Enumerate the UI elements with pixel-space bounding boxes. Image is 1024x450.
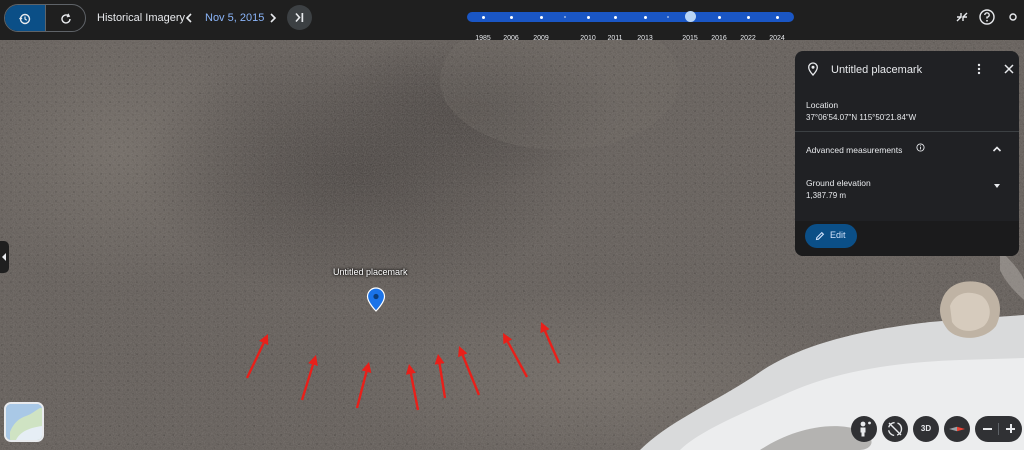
zoom-out-button[interactable] [983,428,992,430]
timeline-minor-dot [667,16,669,18]
expand-sidebar-button[interactable] [0,241,9,273]
zoom-control [975,416,1022,442]
advanced-measurements-label[interactable]: Advanced measurements [806,145,902,155]
timeline-year-label[interactable]: 2016 [711,35,727,42]
pencil-icon [815,231,825,241]
ground-elevation-label: Ground elevation [806,178,871,188]
info-icon[interactable] [916,143,925,152]
timeline-year-dot[interactable] [482,16,485,19]
rotate-view-button[interactable] [882,416,908,442]
toggle-3d-button[interactable]: 3D [913,416,939,442]
view-mode-toggle [4,4,86,32]
placemark-pin-icon[interactable] [366,287,386,313]
refresh-icon [61,13,71,24]
historical-imagery-mode-button[interactable] [5,5,46,31]
panel-title: Untitled placemark [831,64,923,76]
toggle-3d-label: 3D [920,424,932,433]
current-imagery-mode-button[interactable] [46,5,85,31]
timeline-year-dot[interactable] [510,16,513,19]
history-icon [19,13,31,25]
next-date-icon[interactable] [266,10,280,26]
location-coordinates: 37°06'54.07"N 115°50'21.84"W [806,113,917,122]
timeline-year-label[interactable]: 2010 [580,35,596,42]
collapse-icon[interactable] [953,8,971,26]
more-options-icon[interactable] [975,62,983,76]
timeline-year-dot[interactable] [747,16,750,19]
close-icon[interactable] [1003,63,1015,75]
imagery-timeline-slider[interactable]: 1985 2006 2009 2010 2011 2013 2015 2016 2022 2024 [467,11,794,42]
settings-icon[interactable] [1004,8,1022,26]
timeline-year-label[interactable]: 1985 [475,35,491,42]
map-type-thumbnail[interactable] [4,402,44,442]
placemark-info-panel: Untitled placemark Location 37°06'54.07"… [795,51,1019,256]
timeline-year-dot[interactable] [644,16,647,19]
location-pin-icon [808,62,818,76]
minimap-icon [6,404,42,440]
timeline-year-label[interactable]: 2006 [503,35,519,42]
timeline-year-dot[interactable] [718,16,721,19]
zoom-in-button-vertical[interactable] [1010,424,1012,433]
timeline-year-label[interactable]: 2013 [637,35,653,42]
imagery-date[interactable]: Nov 5, 2015 [205,12,264,24]
compass-icon [949,426,965,432]
timeline-year-dot[interactable] [776,16,779,19]
street-view-button[interactable] [851,416,877,442]
panel-divider [795,131,1019,132]
ground-elevation-value: 1,387.79 m [806,191,847,200]
skip-to-end-icon [295,12,304,23]
timeline-year-dot[interactable] [587,16,590,19]
timeline-year-label[interactable]: 2015 [682,35,698,42]
timeline-minor-dot [564,16,566,18]
timeline-year-label[interactable]: 2022 [740,35,756,42]
help-icon[interactable] [978,8,996,26]
timeline-year-dot[interactable] [540,16,543,19]
timeline-year-label[interactable]: 2011 [607,35,622,42]
edit-button-label: Edit [830,230,846,240]
previous-date-icon[interactable] [182,10,196,26]
placemark-label: Untitled placemark [333,267,408,277]
compass-button[interactable] [944,416,970,442]
pegman-icon [860,421,871,437]
timeline-year-dot[interactable] [614,16,617,19]
timeline-year-label[interactable]: 2024 [769,35,785,42]
timeline-selected-handle[interactable] [685,11,696,22]
top-toolbar: Historical Imagery Nov 5, 2015 1985 2006 2… [0,0,1024,42]
elevation-dropdown-icon[interactable] [994,184,1000,188]
panel-footer: Edit [795,221,1019,256]
rotate-icon [887,421,903,437]
timeline-year-label[interactable]: 2009 [533,35,549,42]
zoom-separator [998,423,999,435]
edit-button[interactable]: Edit [805,224,857,248]
location-label: Location [806,100,839,110]
jump-to-latest-button[interactable] [287,5,312,30]
historical-imagery-label: Historical Imagery [97,12,186,24]
chevron-up-icon[interactable] [991,144,1003,154]
